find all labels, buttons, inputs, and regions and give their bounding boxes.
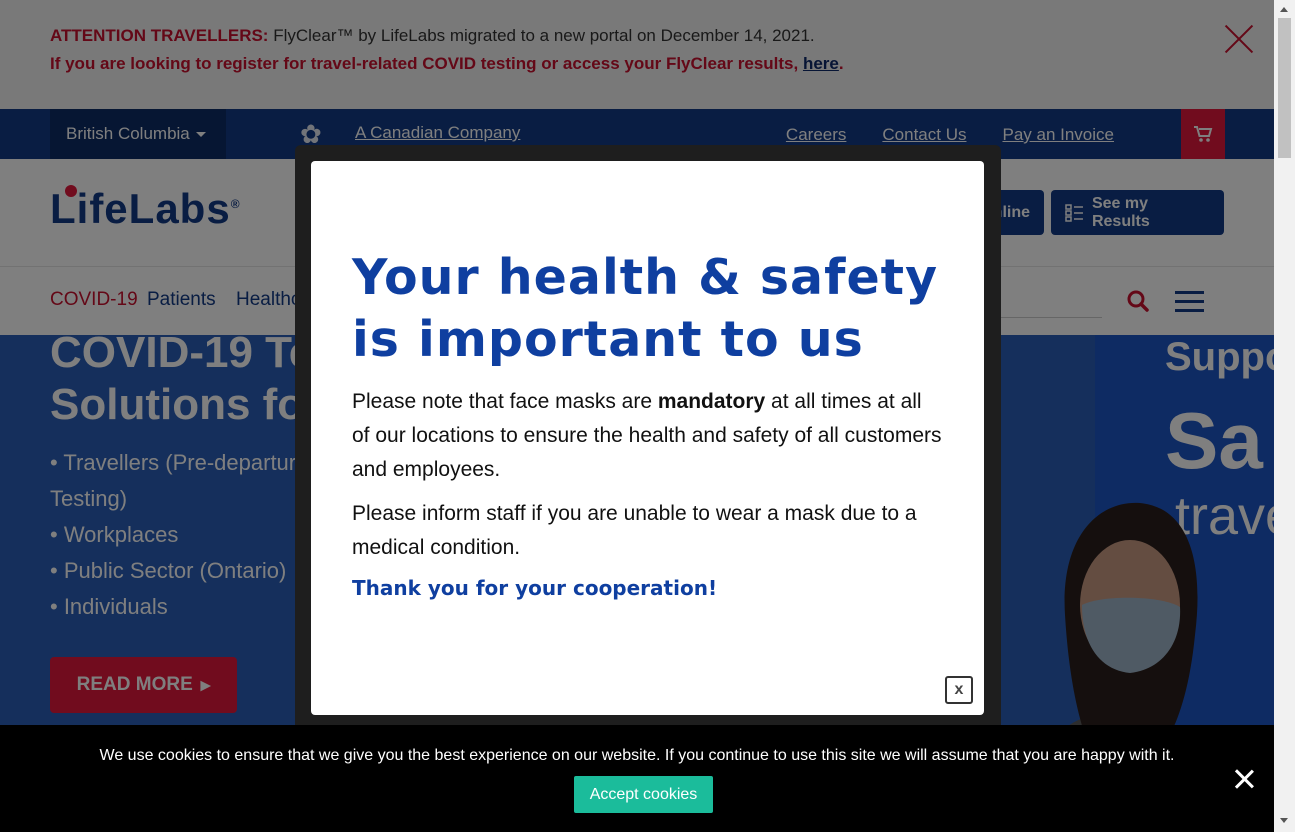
scroll-up-icon[interactable] xyxy=(1280,7,1288,12)
modal-p1-start: Please note that face masks are xyxy=(352,390,658,413)
scrollbar-thumb[interactable] xyxy=(1278,18,1291,158)
cookie-close-icon[interactable] xyxy=(1234,769,1254,789)
accept-cookies-button[interactable]: Accept cookies xyxy=(574,776,713,813)
modal-p1-bold: mandatory xyxy=(657,390,766,413)
modal-close-button[interactable]: x xyxy=(945,676,973,704)
page-scrollbar[interactable] xyxy=(1274,0,1295,832)
cookie-message: We use cookies to ensure that we give yo… xyxy=(99,747,1175,764)
modal-paragraph-1: Please note that face masks are mandator… xyxy=(352,385,944,487)
cookie-bar: We use cookies to ensure that we give yo… xyxy=(0,725,1274,832)
modal-thanks: Thank you for your cooperation! xyxy=(352,576,718,600)
modal-title: Your health & safety is important to us xyxy=(352,249,939,368)
safety-modal: Your health & safety is important to us … xyxy=(311,161,984,715)
modal-paragraph-2: Please inform staff if you are unable to… xyxy=(352,502,917,559)
scroll-down-icon[interactable] xyxy=(1280,818,1288,823)
